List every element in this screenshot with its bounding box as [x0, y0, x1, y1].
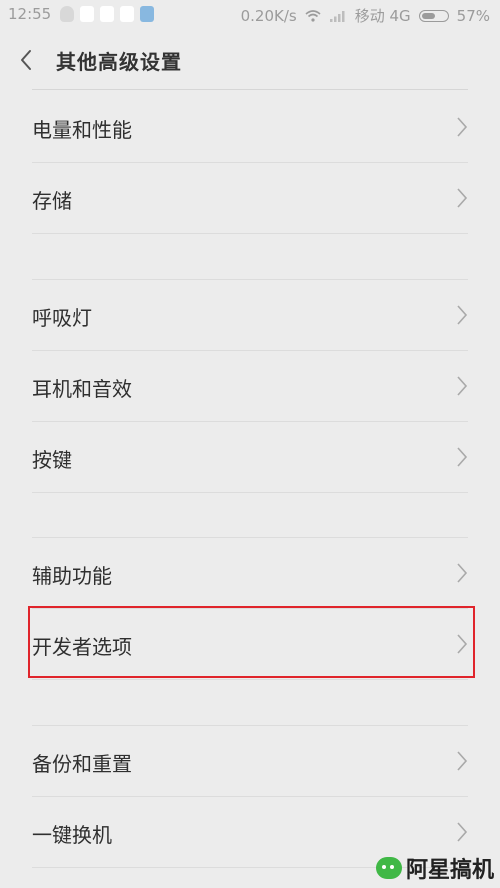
settings-row-backup-reset[interactable]: 备份和重置: [32, 726, 468, 797]
row-label: 呼吸灯: [32, 306, 92, 330]
chevron-right-icon: [457, 447, 468, 467]
carrier-label: 移动 4G: [354, 7, 411, 25]
chevron-right-icon: [457, 822, 468, 842]
highlight-box: [28, 606, 475, 678]
chevron-right-icon: [457, 751, 468, 771]
row-label: 一键换机: [32, 823, 112, 847]
chevron-right-icon: [457, 117, 468, 137]
settings-row-accessibility[interactable]: 辅助功能: [32, 538, 468, 609]
row-label: 电量和性能: [32, 118, 132, 142]
status-time: 12:55: [8, 5, 52, 23]
row-label: 耳机和音效: [32, 377, 132, 401]
settings-row-storage[interactable]: 存储: [32, 163, 468, 234]
chevron-right-icon: [457, 188, 468, 208]
settings-row-notification-light[interactable]: 呼吸灯: [32, 280, 468, 351]
watermark-text: 阿星搞机: [405, 858, 494, 883]
page-header: 其他高级设置: [0, 30, 500, 90]
app-notification-icon: [100, 6, 114, 22]
app-notification-icon: [120, 6, 134, 22]
status-bar: 12:55 0.20K/s 移动 4G 57%: [0, 0, 500, 30]
cloud-notification-icon: [140, 6, 154, 22]
watermark: 阿星搞机: [375, 852, 494, 884]
battery-icon: [418, 9, 449, 22]
row-label: 存储: [32, 189, 72, 213]
app-notification-icon: [80, 6, 94, 22]
battery-percent: 57%: [456, 6, 490, 25]
wechat-icon: [375, 857, 402, 879]
chevron-right-icon: [457, 305, 468, 325]
chevron-right-icon: [457, 563, 468, 583]
row-label: 辅助功能: [32, 564, 112, 588]
status-right: 0.20K/s 移动 4G 57%: [241, 5, 490, 26]
wifi-icon: [305, 9, 321, 22]
network-speed: 0.20K/s: [240, 6, 297, 25]
settings-row-buttons[interactable]: 按键: [32, 422, 468, 493]
chevron-right-icon: [457, 376, 468, 396]
back-arrow-icon[interactable]: [18, 48, 34, 72]
signal-icon: [329, 10, 345, 22]
page-title: 其他高级设置: [56, 50, 182, 74]
notification-icons: [60, 6, 154, 22]
row-label: 备份和重置: [32, 752, 132, 776]
row-label: 按键: [32, 448, 72, 472]
settings-row-battery-performance[interactable]: 电量和性能: [32, 92, 468, 163]
settings-row-headphones-audio[interactable]: 耳机和音效: [32, 351, 468, 422]
qq-notification-icon: [60, 6, 74, 22]
header-divider: [32, 89, 468, 90]
